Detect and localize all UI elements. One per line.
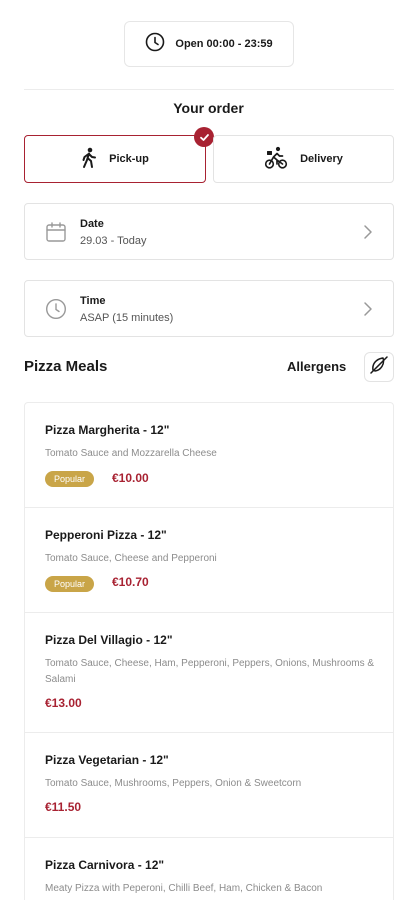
menu-item-price: €10.00 [112,471,149,485]
menu-item-list: Pizza Margherita - 12" Tomato Sauce and … [24,402,394,900]
delivery-label: Delivery [300,153,343,165]
menu-item-pizza-margherita[interactable]: Pizza Margherita - 12" Tomato Sauce and … [25,403,393,508]
clock-icon [45,298,67,325]
menu-item-description: Tomato Sauce and Mozzarella Cheese [45,448,217,459]
date-label: Date [80,218,104,230]
menu-item-pizza-del-villagio[interactable]: Pizza Del Villagio - 12" Tomato Sauce, C… [25,613,393,733]
clock-icon [145,32,165,57]
menu-item-pepperoni-pizza[interactable]: Pepperoni Pizza - 12" Tomato Sauce, Chee… [25,508,393,613]
date-value: 29.03 - Today [80,235,147,247]
time-value: ASAP (15 minutes) [80,312,174,324]
menu-item-name: Pepperoni Pizza - 12" [45,528,167,542]
allergens-label[interactable]: Allergens [287,359,346,374]
pickup-label: Pick-up [109,153,149,165]
menu-item-price: €13.00 [45,696,82,710]
menu-item-description: Tomato Sauce, Mushrooms, Peppers, Onion … [45,778,302,789]
menu-item-name: Pizza Margherita - 12" [45,423,170,437]
menu-item-description: Tomato Sauce, Cheese and Pepperoni [45,553,217,564]
menu-item-pizza-vegetarian[interactable]: Pizza Vegetarian - 12" Tomato Sauce, Mus… [25,733,393,838]
menu-item-name: Pizza Vegetarian - 12" [45,753,169,767]
order-title: Your order [173,100,244,116]
menu-item-name: Pizza Del Villagio - 12" [45,633,173,647]
menu-item-price: €10.70 [112,575,149,589]
delivery-option-button[interactable]: Delivery [213,135,394,183]
calendar-icon [45,221,67,248]
popular-badge: Popular [45,576,95,592]
header-divider [24,89,394,90]
chevron-right-icon [363,301,373,322]
time-label: Time [80,295,106,307]
menu-item-description: Tomato Sauce, Cheese, Ham, Pepperoni, Pe… [45,658,375,685]
menu-item-name: Pizza Carnivora - 12" [45,858,165,872]
allergens-button[interactable] [364,352,394,382]
date-selector[interactable]: Date 29.03 - Today [24,203,394,260]
menu-item-price: €11.50 [45,800,82,814]
menu-item-pizza-carnivora[interactable]: Pizza Carnivora - 12" Meaty Pizza with P… [25,838,393,900]
walking-person-icon [81,147,97,172]
menu-section-title: Pizza Meals [24,358,108,375]
time-selector[interactable]: Time ASAP (15 minutes) [24,280,394,337]
no-allergens-icon [369,355,389,380]
cyclist-icon [264,146,288,173]
opening-hours-pill: Open 00:00 - 23:59 [124,21,294,67]
pickup-option-button[interactable]: Pick-up [24,127,214,183]
menu-item-description: Meaty Pizza with Peperoni, Chilli Beef, … [45,883,323,894]
selected-check-icon [194,127,214,147]
chevron-right-icon [363,224,373,245]
popular-badge: Popular [45,471,95,487]
opening-hours-text: Open 00:00 - 23:59 [175,38,273,50]
